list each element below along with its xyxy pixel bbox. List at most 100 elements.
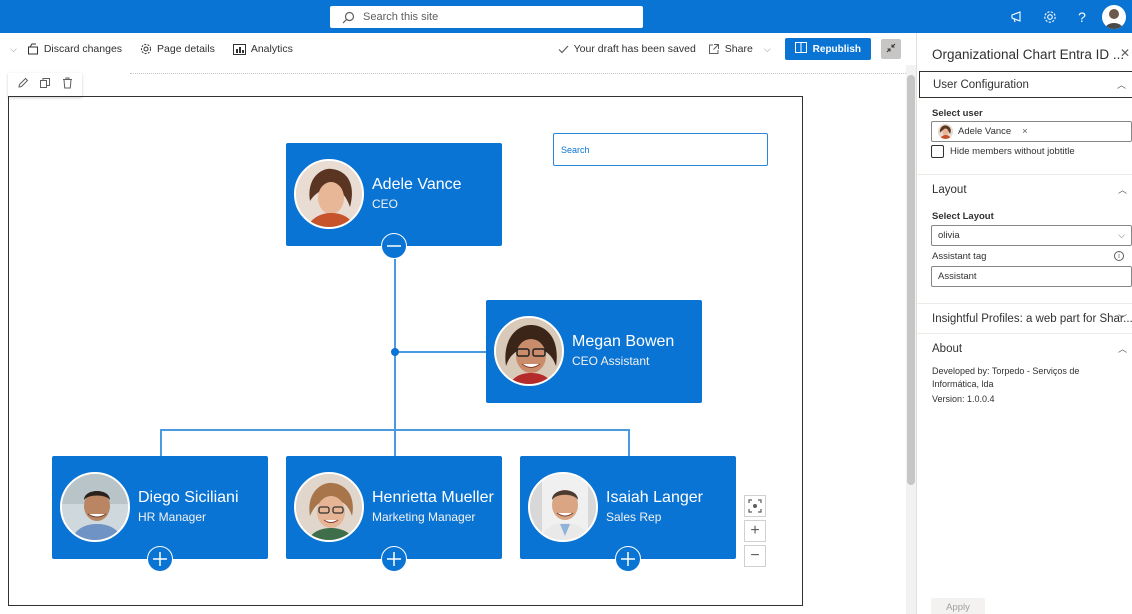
- assistant-tag-value: Assistant: [938, 271, 977, 282]
- version-text: Version: 1.0.0.4: [932, 394, 995, 404]
- profile-photo: [294, 472, 364, 542]
- chevron-down-icon: ⌵: [1118, 230, 1125, 240]
- analytics-icon: [232, 43, 246, 55]
- scrollbar-thumb[interactable]: [907, 75, 915, 485]
- edit-icon[interactable]: [17, 76, 29, 94]
- gear-icon: [140, 43, 152, 55]
- org-card-child[interactable]: Diego Siciliani HR Manager: [52, 456, 268, 572]
- connector-assistant: [395, 351, 487, 353]
- collapse-node-button[interactable]: [381, 233, 407, 259]
- page-details-button[interactable]: Page details: [140, 43, 215, 55]
- chevron-up-icon: ︿: [1117, 344, 1127, 354]
- fit-screen-button[interactable]: [744, 495, 766, 517]
- group-header-label: About: [932, 342, 963, 355]
- connector-root-vertical: [394, 247, 396, 429]
- draft-status: Your draft has been saved: [558, 43, 696, 55]
- profile-photo: [60, 472, 130, 542]
- expand-node-button[interactable]: [615, 546, 641, 572]
- expand-node-button[interactable]: [147, 546, 173, 572]
- expand-node-button[interactable]: [381, 546, 407, 572]
- share-icon: [708, 43, 720, 55]
- site-search-placeholder: Search this site: [363, 11, 439, 23]
- user-picker[interactable]: Adele Vance ×: [931, 121, 1132, 142]
- book-icon: [794, 42, 807, 56]
- group-divider: [917, 174, 1132, 175]
- card-name: Megan Bowen: [572, 333, 675, 350]
- chevron-down-icon[interactable]: ⌵: [10, 44, 17, 55]
- analytics-label: Analytics: [250, 43, 293, 55]
- connector-child1: [160, 429, 162, 457]
- group-insightful-profiles[interactable]: Insightful Profiles: a web part for Shar…: [919, 305, 1132, 332]
- info-icon[interactable]: i: [1114, 251, 1124, 261]
- card-name: Adele Vance: [372, 176, 462, 193]
- webpart-toolbar: [8, 73, 82, 97]
- assistant-tag-label: Assistant tag: [932, 251, 987, 262]
- org-card-child[interactable]: Isaiah Langer Sales Rep: [520, 456, 736, 572]
- connector-node-dot: [391, 348, 399, 356]
- user-chip: Adele Vance ×: [938, 124, 1028, 139]
- group-header-label: Insightful Profiles: a web part for Shar…: [932, 312, 1132, 325]
- help-icon[interactable]: ?: [1066, 0, 1098, 33]
- hide-members-checkbox[interactable]: [931, 145, 944, 158]
- delete-icon[interactable]: [62, 76, 73, 94]
- share-label: Share: [724, 43, 753, 55]
- selected-user-name: Adele Vance: [958, 126, 1012, 137]
- group-user-configuration[interactable]: User Configuration ︿: [919, 71, 1132, 98]
- group-header-label: User Configuration: [933, 78, 1029, 91]
- org-card-child[interactable]: Henrietta Mueller Marketing Manager: [286, 456, 502, 572]
- collapse-pane-button[interactable]: [881, 39, 901, 59]
- zoom-out-button[interactable]: −: [744, 545, 766, 567]
- share-button[interactable]: Share ⌵: [708, 43, 771, 55]
- site-search-box[interactable]: Search this site: [330, 6, 643, 28]
- org-chart-search-input[interactable]: Search: [553, 133, 768, 166]
- close-icon[interactable]: ✕: [1120, 46, 1130, 60]
- group-header-label: Layout: [932, 183, 967, 196]
- republish-button[interactable]: Republish: [784, 38, 871, 60]
- card-name: Henrietta Mueller: [372, 489, 494, 506]
- developed-by-text: Developed by: Torpedo - Serviços de Info…: [932, 366, 1080, 389]
- remove-user-icon[interactable]: ×: [1022, 126, 1028, 137]
- republish-label: Republish: [812, 43, 861, 55]
- hide-members-label: Hide members without jobtitle: [950, 146, 1075, 157]
- analytics-button[interactable]: Analytics: [232, 43, 293, 55]
- section-divider: [130, 73, 910, 74]
- avatar: [938, 124, 953, 139]
- card-title: CEO: [372, 197, 399, 211]
- discard-changes-label: Discard changes: [43, 43, 123, 55]
- checkmark-icon: [558, 45, 569, 54]
- group-layout[interactable]: Layout ︿: [919, 176, 1132, 203]
- page-scrollbar[interactable]: [906, 65, 916, 614]
- command-bar: ⌵ Discard changes Page details Analytics…: [0, 33, 915, 65]
- connector-child3: [628, 429, 630, 457]
- select-layout-label: Select Layout: [932, 211, 994, 222]
- chevron-down-icon: ⌵: [763, 43, 771, 54]
- group-divider: [917, 333, 1132, 334]
- page-details-label: Page details: [157, 43, 215, 55]
- pane-title: Organizational Chart Entra ID ...: [932, 47, 1125, 62]
- draft-status-text: Your draft has been saved: [573, 43, 696, 55]
- megaphone-icon[interactable]: [1002, 0, 1034, 33]
- discard-changes-button[interactable]: Discard changes: [27, 43, 122, 55]
- apply-button[interactable]: Apply: [931, 598, 985, 614]
- duplicate-icon[interactable]: [39, 76, 51, 94]
- chevron-up-icon: ︿: [1116, 80, 1126, 90]
- zoom-controls: + −: [744, 495, 768, 570]
- chevron-up-icon: ︿: [1117, 185, 1127, 195]
- collapse-icon: [886, 43, 896, 56]
- org-card-assistant[interactable]: Megan Bowen CEO Assistant: [486, 300, 702, 403]
- assistant-tag-input[interactable]: Assistant: [931, 266, 1132, 287]
- avatar[interactable]: [1102, 4, 1126, 29]
- card-title: Marketing Manager: [372, 510, 476, 524]
- card-name: Diego Siciliani: [138, 489, 239, 506]
- search-icon: [342, 11, 355, 24]
- zoom-in-button[interactable]: +: [744, 520, 766, 542]
- card-name: Isaiah Langer: [606, 489, 703, 506]
- org-card-root[interactable]: Adele Vance CEO: [286, 143, 502, 259]
- profile-photo: [528, 472, 598, 542]
- layout-dropdown[interactable]: olivia ⌵: [931, 225, 1132, 246]
- property-pane: Organizational Chart Entra ID ... ✕ User…: [916, 33, 1132, 614]
- group-about[interactable]: About ︿: [919, 335, 1132, 362]
- chevron-down-icon: ﹀: [1117, 314, 1127, 324]
- hide-members-checkbox-row[interactable]: Hide members without jobtitle: [931, 145, 1075, 158]
- gear-icon[interactable]: [1034, 0, 1066, 33]
